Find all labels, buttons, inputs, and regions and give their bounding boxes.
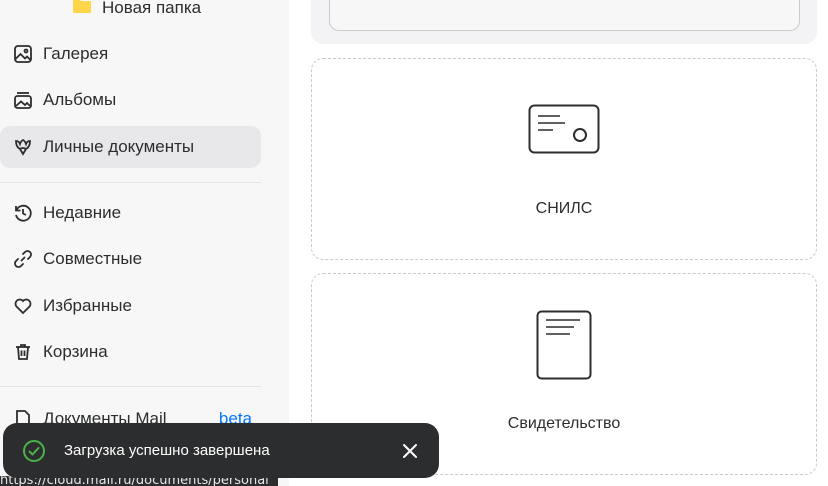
sidebar-item-label: Корзина [43, 342, 108, 361]
documents-icon [12, 136, 34, 158]
toast-message: Загрузка успешно завершена [64, 442, 270, 459]
sidebar-folder-label: Новая папка [102, 0, 202, 17]
sidebar-item-albums[interactable]: Альбомы [0, 79, 261, 121]
history-icon [12, 202, 34, 224]
close-icon[interactable] [401, 442, 419, 460]
sidebar-item-gallery[interactable]: Галерея [0, 33, 261, 75]
certificate-icon [536, 310, 592, 385]
gallery-icon [12, 43, 34, 65]
sidebar-item-favorites[interactable]: Избранные [0, 285, 261, 327]
top-card-field[interactable] [329, 0, 800, 31]
trash-icon [12, 341, 34, 363]
sidebar-item-personal-documents[interactable]: Личные документы [0, 126, 261, 168]
sidebar-item-label: Совместные [43, 249, 143, 268]
snils-card-icon [528, 104, 600, 159]
check-circle-icon [22, 439, 46, 463]
sidebar-item-label: Личные документы [43, 137, 195, 156]
sidebar-item-label: Избранные [43, 296, 132, 315]
heart-icon [12, 295, 34, 317]
toast-notification: Загрузка успешно завершена [3, 423, 439, 478]
link-icon [12, 248, 34, 270]
top-card [311, 0, 817, 44]
sidebar-divider [0, 386, 261, 387]
sidebar-item-shared[interactable]: Совместные [0, 238, 261, 280]
card-title: СНИЛС [535, 200, 593, 217]
folder-icon [72, 0, 92, 19]
albums-icon [12, 89, 34, 111]
sidebar: Новая папка Галерея Альбомы Личные докум… [0, 0, 289, 486]
sidebar-item-label: Недавние [43, 203, 122, 222]
document-card-snils[interactable]: СНИЛС [311, 58, 817, 260]
sidebar-folder-new[interactable]: Новая папка [72, 0, 201, 22]
sidebar-item-trash[interactable]: Корзина [0, 331, 261, 373]
sidebar-item-recent[interactable]: Недавние [0, 192, 261, 234]
sidebar-divider [0, 182, 261, 183]
main-content: СНИЛС Свидетельство [289, 0, 828, 486]
sidebar-item-label: Галерея [43, 44, 109, 63]
sidebar-item-label: Альбомы [43, 90, 117, 109]
